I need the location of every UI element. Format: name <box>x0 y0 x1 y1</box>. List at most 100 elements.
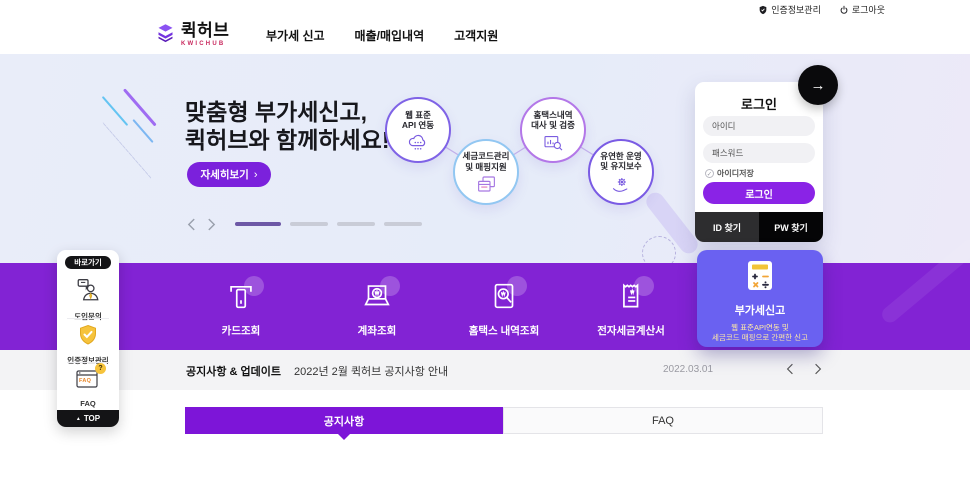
nav-item-sales-purchases[interactable]: 매출/매입내역 <box>355 27 425 44</box>
carousel-dot-active[interactable] <box>235 222 281 226</box>
find-id-button[interactable]: ID 찾기 <box>695 212 759 242</box>
notice-prev-button[interactable] <box>781 359 799 379</box>
carousel-dot[interactable] <box>290 222 328 226</box>
service-label: 전자세금계산서 <box>597 325 665 337</box>
chevron-right-icon: › <box>253 168 258 181</box>
find-pw-button[interactable]: PW 찾기 <box>759 212 823 242</box>
logo-layers-icon <box>155 22 176 49</box>
question-badge-icon: ? <box>95 363 106 374</box>
cert-info-link[interactable]: 인증정보관리 <box>758 3 821 16</box>
login-id-input[interactable] <box>703 116 815 136</box>
header: 퀵허브 KWICHUB 부가세 신고 매출/매입내역 고객지원 <box>0 16 970 54</box>
notice-next-button[interactable] <box>809 359 827 379</box>
logout-link[interactable]: 로그아웃 <box>839 3 885 16</box>
tab-faq-label: FAQ <box>651 414 674 427</box>
quick-menu: 바로가기 도입문의 인증정보관리 FAQ ? FAQ ▲ TOP <box>57 250 119 427</box>
service-label: 카드조회 <box>221 325 261 337</box>
tab-notice[interactable]: 공지사항 <box>185 407 503 440</box>
cloud-api-icon <box>407 133 429 151</box>
service-hometax-history[interactable]: 홈택스 내역조회 <box>444 276 564 338</box>
learn-more-button[interactable]: 자세히보기 › <box>187 162 271 187</box>
service-account-inquiry[interactable]: 계좌조회 <box>317 276 437 338</box>
page: 인증정보관리 로그아웃 퀵허브 KWICHUB 부가세 신고 매출/매입내역 고… <box>0 0 970 480</box>
logout-label: 로그아웃 <box>851 5 885 15</box>
arrow-right-icon: → <box>810 76 826 94</box>
icon-halo <box>507 276 527 296</box>
services-band: 카드조회 계좌조회 홈택스 내역조회 전자세금계산서 <box>0 236 970 350</box>
login-panel: 로그인 ✓ 아이디저장 로그인 ID 찾기 PW 찾기 <box>695 82 823 242</box>
quickmenu-item-cert[interactable]: 인증정보관리 <box>57 323 119 366</box>
vat-card-description: 웹 표준API연동 및 세금코드 매핑으로 간편한 신고 <box>712 323 808 342</box>
hero-title-line1: 맞춤형 부가세신고, <box>185 99 368 125</box>
carousel-dot[interactable] <box>337 222 375 226</box>
login-button[interactable]: 로그인 <box>703 182 815 204</box>
logo[interactable]: 퀵허브 KWICHUB <box>155 22 229 49</box>
triangle-up-icon: ▲ <box>75 415 81 422</box>
calculator-icon <box>747 260 773 296</box>
quickmenu-item-label: 도입문의 <box>74 312 102 321</box>
main-nav: 부가세 신고 매출/매입내역 고객지원 <box>266 27 498 44</box>
hero-title: 맞춤형 부가세신고, 퀵허브와 함께하세요! <box>185 98 390 154</box>
top-label: TOP <box>83 414 101 423</box>
nav-item-vat-report[interactable]: 부가세 신고 <box>266 27 325 44</box>
carousel-dot[interactable] <box>384 222 422 226</box>
notice-item-title[interactable]: 2022년 2월 퀵허브 공지사항 안내 <box>294 363 448 379</box>
check-circle-icon: ✓ <box>705 169 714 178</box>
deco-line <box>101 96 129 126</box>
tax-code-windows-icon <box>476 174 497 193</box>
feature-web-api: 웹 표준 API 연동 <box>385 97 451 163</box>
remember-id-label: 아이디저장 <box>717 169 754 178</box>
utility-bar: 인증정보관리 로그아웃 <box>0 0 970 16</box>
feature-label: 홈택스내역 대사 및 검증 <box>531 109 575 131</box>
hero-carousel-controls <box>187 217 422 231</box>
icon-halo <box>380 276 400 296</box>
gear-hand-icon <box>611 174 631 194</box>
quickmenu-item-faq[interactable]: FAQ ? FAQ <box>57 363 119 408</box>
bottom-tabs: 공지사항 FAQ <box>185 407 823 440</box>
cert-info-label: 인증정보관리 <box>771 5 821 15</box>
consult-person-icon <box>75 277 101 308</box>
tab-faq[interactable]: FAQ <box>503 407 823 434</box>
divider <box>67 318 109 319</box>
notice-strip: 공지사항 & 업데이트 2022년 2월 퀵허브 공지사항 안내 2022.03… <box>0 350 970 390</box>
icon-halo <box>634 276 654 296</box>
tab-notice-label: 공지사항 <box>323 415 365 428</box>
feature-label: 세금코드관리 및 매핑지원 <box>462 151 510 172</box>
carousel-prev-button[interactable] <box>187 217 199 231</box>
logo-subtext: KWICHUB <box>181 41 226 47</box>
carousel-next-button[interactable] <box>207 217 219 231</box>
feature-label: 유연한 운영 및 유지보수 <box>600 150 642 172</box>
notice-heading: 공지사항 & 업데이트 <box>186 366 282 378</box>
chart-magnifier-icon <box>543 133 564 151</box>
hero-banner: 맞춤형 부가세신고, 퀵허브와 함께하세요! 자세히보기 › 웹 표준 API … <box>0 54 970 270</box>
login-password-input[interactable] <box>703 143 815 163</box>
tab-pointer <box>338 434 350 440</box>
remember-id-checkbox[interactable]: ✓ 아이디저장 <box>705 168 754 179</box>
faq-window-icon: FAQ ? <box>75 363 106 396</box>
power-icon <box>839 5 849 15</box>
service-e-tax-invoice[interactable]: 전자세금계산서 <box>571 276 691 338</box>
nav-item-support[interactable]: 고객지원 <box>454 27 498 44</box>
learn-more-label: 자세히보기 <box>200 169 249 181</box>
feature-hometax-verify: 홈택스내역 대사 및 검증 <box>520 97 586 163</box>
feature-tax-code: 세금코드관리 및 매핑지원 <box>453 139 519 205</box>
vat-card-title: 부가세신고 <box>734 305 786 317</box>
scroll-to-top-button[interactable]: ▲ TOP <box>57 410 119 427</box>
quickmenu-item-label: FAQ <box>80 399 96 408</box>
icon-halo <box>244 276 264 296</box>
logo-text: 퀵허브 <box>181 21 230 40</box>
service-card-inquiry[interactable]: 카드조회 <box>181 276 301 338</box>
service-label: 계좌조회 <box>357 325 397 337</box>
hero-next-arrow-button[interactable]: → <box>798 65 838 105</box>
carousel-indicators <box>235 222 422 226</box>
shield-icon <box>758 5 768 15</box>
faq-icon-text: FAQ <box>79 378 92 384</box>
notice-pager <box>781 359 827 379</box>
quickmenu-item-inquiry[interactable]: 도입문의 <box>57 277 119 322</box>
yellow-shield-icon <box>76 323 100 352</box>
hero-title-line2: 퀵허브와 함께하세요! <box>185 127 390 153</box>
vat-report-card[interactable]: 부가세신고 웹 표준API연동 및 세금코드 매핑으로 간편한 신고 <box>697 250 823 347</box>
deco-line <box>132 119 154 143</box>
quick-menu-title: 바로가기 <box>65 256 111 269</box>
feature-label: 웹 표준 API 연동 <box>401 109 435 131</box>
